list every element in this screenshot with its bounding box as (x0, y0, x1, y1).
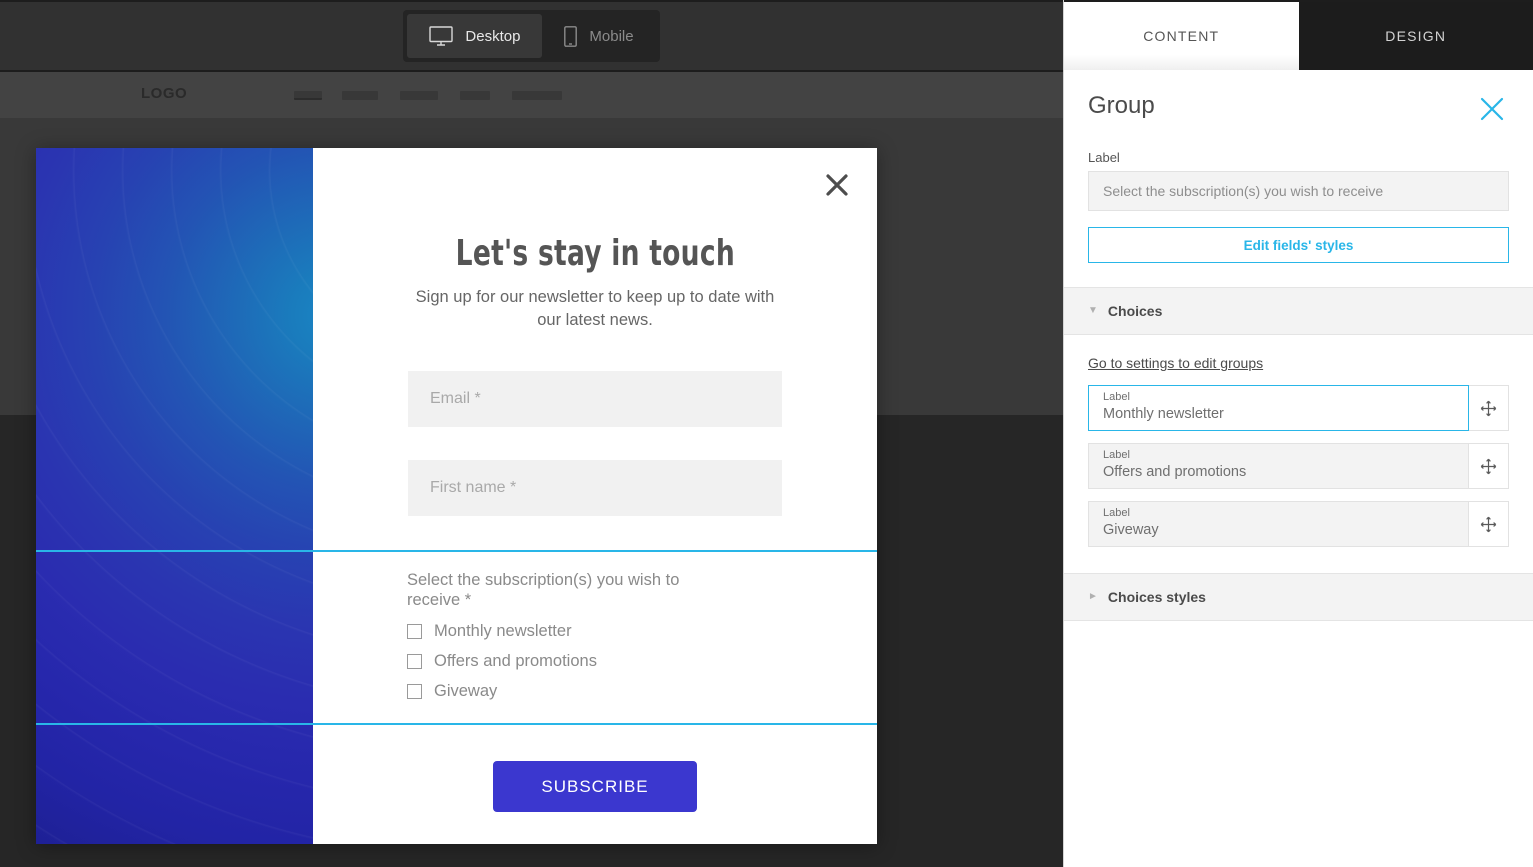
section-header-choices-styles[interactable]: ► Choices styles (1064, 573, 1533, 621)
device-button-mobile-label: Mobile (589, 28, 633, 45)
panel-tabs: CONTENT DESIGN (1064, 0, 1533, 70)
popup-preview: Let's stay in touch Sign up for our news… (36, 148, 877, 844)
choice-label: Monthly newsletter (434, 622, 572, 641)
choice-row-monthly-newsletter[interactable]: Monthly newsletter (407, 622, 877, 641)
choice-item-input[interactable]: Label Offers and promotions (1088, 443, 1469, 489)
checkbox-icon[interactable] (407, 624, 422, 639)
first-name-field-placeholder: First name * (430, 479, 516, 497)
choices-section: Go to settings to edit groups Label Mont… (1064, 335, 1533, 547)
tab-content[interactable]: CONTENT (1064, 2, 1299, 70)
choice-item-value: Monthly newsletter (1103, 405, 1468, 424)
choice-item-caption: Label (1103, 390, 1468, 405)
label-input-value: Select the subscription(s) you wish to r… (1103, 183, 1383, 199)
panel-close-icon[interactable] (1475, 92, 1509, 126)
subscription-group-block[interactable]: Select the subscription(s) you wish to r… (313, 550, 877, 725)
mockup-nav-item (460, 91, 490, 100)
device-button-mobile[interactable]: Mobile (542, 14, 655, 58)
decorative-rings (36, 148, 313, 844)
popup-image-panel[interactable] (36, 148, 313, 844)
popup-form-panel: Let's stay in touch Sign up for our news… (313, 148, 877, 844)
section-title-choices: Choices (1108, 303, 1162, 319)
choice-row-offers-and-promotions[interactable]: Offers and promotions (407, 652, 877, 671)
chevron-right-icon: ► (1088, 592, 1098, 602)
choice-item-value: Offers and promotions (1103, 463, 1468, 482)
choice-row-giveway[interactable]: Giveway (407, 682, 877, 701)
label-caption: Label (1088, 150, 1509, 165)
move-icon[interactable] (1469, 501, 1509, 547)
device-button-desktop-label: Desktop (465, 28, 520, 45)
popup-title[interactable]: Let's stay in touch (455, 233, 734, 274)
device-toolbar: Desktop Mobile (0, 0, 1063, 70)
mockup-nav-item (342, 91, 378, 100)
mockup-nav-item (294, 91, 322, 100)
choice-item-input[interactable]: Label Monthly newsletter (1088, 385, 1469, 431)
choice-item-caption: Label (1103, 506, 1468, 521)
panel-body: Group Label Select the subscription(s) y… (1064, 70, 1533, 867)
choice-item-monthly-newsletter[interactable]: Label Monthly newsletter (1088, 385, 1509, 431)
choice-label: Giveway (434, 682, 497, 701)
subscribe-button[interactable]: SUBSCRIBE (493, 761, 697, 812)
popup-subtitle[interactable]: Sign up for our newsletter to keep up to… (409, 286, 781, 333)
email-field-placeholder: Email * (430, 390, 481, 408)
email-field[interactable]: Email * (408, 371, 782, 427)
panel-header-row: Group (1088, 92, 1509, 126)
section-header-choices[interactable]: ▼ Choices (1064, 287, 1533, 335)
device-button-desktop[interactable]: Desktop (407, 14, 542, 58)
choice-item-caption: Label (1103, 448, 1468, 463)
mobile-icon (564, 26, 577, 47)
edit-fields-styles-button[interactable]: Edit fields' styles (1088, 227, 1509, 263)
choice-item-offers-and-promotions[interactable]: Label Offers and promotions (1088, 443, 1509, 489)
editor-side-panel: CONTENT DESIGN Group Label Select the su… (1063, 0, 1533, 867)
first-name-field[interactable]: First name * (408, 460, 782, 516)
section-title-choices-styles: Choices styles (1108, 589, 1206, 605)
choice-label: Offers and promotions (434, 652, 597, 671)
tab-design[interactable]: DESIGN (1299, 2, 1533, 70)
canvas-area: Desktop Mobile LOGO (0, 0, 1063, 867)
label-input[interactable]: Select the subscription(s) you wish to r… (1088, 171, 1509, 211)
mockup-nav-item (400, 91, 438, 100)
popup-editor-app: Desktop Mobile LOGO (0, 0, 1533, 867)
desktop-icon (429, 26, 453, 46)
choice-item-value: Giveway (1103, 521, 1468, 540)
mockup-logo: LOGO (141, 85, 187, 102)
choice-item-input[interactable]: Label Giveway (1088, 501, 1469, 547)
checkbox-icon[interactable] (407, 654, 422, 669)
checkbox-icon[interactable] (407, 684, 422, 699)
move-icon[interactable] (1469, 443, 1509, 489)
device-switch: Desktop Mobile (403, 10, 659, 62)
subscription-group-legend: Select the subscription(s) you wish to r… (407, 570, 727, 611)
go-to-settings-link[interactable]: Go to settings to edit groups (1088, 355, 1263, 371)
mockup-nav-item (512, 91, 562, 100)
move-icon[interactable] (1469, 385, 1509, 431)
chevron-down-icon: ▼ (1088, 306, 1098, 316)
popup-close-icon[interactable] (822, 170, 852, 200)
panel-header: Group Label Select the subscription(s) y… (1064, 70, 1533, 263)
panel-title: Group (1088, 92, 1155, 120)
choice-item-giveway[interactable]: Label Giveway (1088, 501, 1509, 547)
